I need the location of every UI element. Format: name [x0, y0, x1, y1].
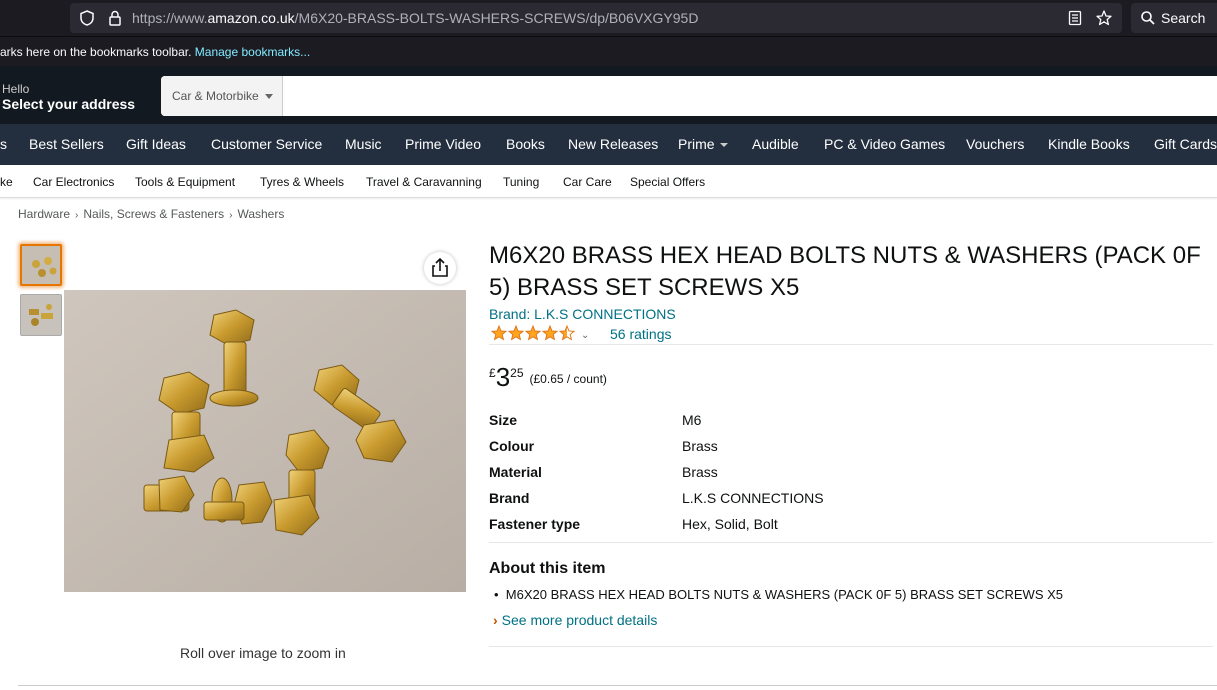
subnav-item-tools-equipment[interactable]: Tools & Equipment — [135, 175, 235, 189]
url-text[interactable]: https://www.amazon.co.uk/M6X20-BRASS-BOL… — [132, 10, 698, 26]
breadcrumb: Hardware › Nails, Screws & Fasteners › Washe… — [18, 207, 284, 221]
price-per-unit: (£0.65 / count) — [529, 372, 607, 386]
about-bullet: • M6X20 BRASS HEX HEAD BOLTS NUTS & WASH… — [494, 587, 1063, 602]
product-title: M6X20 BRASS HEX HEAD BOLTS NUTS & WASHER… — [489, 242, 1201, 301]
chevron-right-icon: › — [75, 210, 79, 221]
manage-bookmarks-link[interactable]: Manage bookmarks... — [195, 45, 310, 59]
subnav-item-travel-caravanning[interactable]: Travel & Caravanning — [366, 175, 482, 189]
spec-label-brand: Brand — [489, 490, 530, 506]
nav-item-best-sellers[interactable]: Best Sellers — [29, 136, 104, 152]
spec-label-colour: Colour — [489, 438, 535, 454]
star-icon — [541, 325, 559, 341]
subnav-item-car-electronics[interactable]: Car Electronics — [33, 175, 114, 189]
price-whole: 3 — [495, 362, 511, 392]
breadcrumb-hardware[interactable]: Hardware — [18, 207, 70, 221]
nav-item-gift-ideas[interactable]: Gift Ideas — [126, 136, 186, 152]
thumbnail-1[interactable] — [20, 244, 62, 286]
shield-icon[interactable] — [78, 9, 96, 27]
divider — [489, 344, 1213, 345]
star-icon — [491, 325, 508, 341]
search-icon — [1139, 9, 1157, 27]
half-star-icon — [558, 325, 575, 341]
main-nav: s Best Sellers Gift Ideas Customer Servi… — [0, 124, 1217, 165]
section-divider — [18, 685, 1217, 686]
share-button[interactable] — [424, 252, 456, 284]
spec-value-brand: L.K.S CONNECTIONS — [682, 490, 824, 506]
subnav-item-special-offers[interactable]: Special Offers — [630, 175, 705, 189]
nav-item-truncated[interactable]: s — [0, 136, 7, 152]
see-more-label: See more product details — [501, 612, 658, 628]
spec-value-size: M6 — [682, 412, 702, 428]
nav-item-new-releases[interactable]: New Releases — [568, 136, 658, 152]
share-icon — [432, 257, 448, 277]
breadcrumb-nails-screws[interactable]: Nails, Screws & Fasteners — [83, 207, 224, 221]
spec-value-material: Brass — [682, 464, 718, 480]
chevron-down-icon — [719, 143, 728, 148]
search-category-label: Car & Motorbike — [172, 89, 259, 103]
bookmarks-hint: arks here on the bookmarks toolbar. — [0, 45, 192, 59]
search-category-dropdown[interactable]: Car & Motorbike — [161, 76, 283, 116]
brand-link[interactable]: Brand: L.K.S CONNECTIONS — [489, 306, 676, 322]
bookmarks-toolbar: arks here on the bookmarks toolbar. Mana… — [0, 36, 1217, 66]
reader-view-icon[interactable] — [1066, 9, 1084, 27]
divider — [489, 646, 1213, 647]
price: £325 (£0.65 / count) — [489, 362, 607, 393]
star-icon — [507, 325, 525, 341]
about-heading: About this item — [489, 560, 606, 577]
amazon-search-bar[interactable]: Car & Motorbike — [161, 76, 1217, 116]
chevron-right-icon: › — [493, 612, 498, 628]
about-bullet-text: M6X20 BRASS HEX HEAD BOLTS NUTS & WASHER… — [505, 587, 1063, 602]
nav-item-prime[interactable]: Prime — [678, 136, 728, 152]
chevron-right-icon: › — [229, 210, 233, 221]
breadcrumb-washers[interactable]: Washers — [237, 207, 284, 221]
browser-search-box[interactable]: Search — [1131, 3, 1217, 33]
nav-item-pc-video-games[interactable]: PC & Video Games — [824, 136, 945, 152]
price-fraction: 25 — [510, 366, 524, 380]
nav-item-music[interactable]: Music — [345, 136, 382, 152]
price-symbol: £ — [489, 366, 496, 380]
divider — [489, 542, 1213, 543]
nav-item-prime-label: Prime — [678, 136, 715, 152]
url-path: /M6X20-BRASS-BOLTS-WASHERS-SCREWS/dp/B06… — [294, 10, 699, 26]
nav-item-kindle-books[interactable]: Kindle Books — [1048, 136, 1130, 152]
url-prefix: https://www. — [132, 10, 208, 26]
browser-search-label: Search — [1161, 10, 1206, 26]
address-label: Select your address — [2, 96, 136, 112]
nav-item-books[interactable]: Books — [506, 136, 545, 152]
bookmark-star-icon[interactable] — [1095, 9, 1113, 27]
subnav-item-car-care[interactable]: Car Care — [563, 175, 612, 189]
amazon-header: Hello Select your address Car & Motorbik… — [0, 66, 1217, 124]
spec-value-fastener-type: Hex, Solid, Bolt — [682, 516, 778, 532]
nav-item-vouchers[interactable]: Vouchers — [966, 136, 1024, 152]
nav-item-customer-service[interactable]: Customer Service — [211, 136, 322, 152]
spec-label-size: Size — [489, 412, 518, 428]
category-subnav: ke Car Electronics Tools & Equipment Tyr… — [0, 165, 1217, 198]
spec-label-material: Material — [489, 464, 542, 480]
subnav-item-tyres-wheels[interactable]: Tyres & Wheels — [260, 175, 344, 189]
see-more-link[interactable]: › See more product details — [493, 612, 657, 628]
ratings-count-link[interactable]: 56 ratings — [610, 326, 671, 342]
thumbnail-2[interactable] — [20, 294, 62, 336]
nav-item-gift-cards[interactable]: Gift Cards — [1154, 136, 1217, 152]
lock-icon[interactable] — [106, 9, 124, 27]
zoom-hint: Roll over image to zoom in — [180, 645, 346, 661]
nav-item-prime-video[interactable]: Prime Video — [405, 136, 481, 152]
star-icon — [524, 325, 542, 341]
search-input[interactable] — [285, 76, 1215, 116]
browser-toolbar: https://www.amazon.co.uk/M6X20-BRASS-BOL… — [0, 0, 1217, 36]
spec-label-fastener-type: Fastener type — [489, 516, 581, 532]
star-rating[interactable] — [491, 325, 575, 341]
nav-item-audible[interactable]: Audible — [752, 136, 799, 152]
url-host: amazon.co.uk — [207, 10, 295, 26]
subnav-item-tuning[interactable]: Tuning — [503, 175, 539, 189]
product-image[interactable] — [64, 290, 466, 592]
chevron-down-icon[interactable]: ⌄ — [581, 330, 589, 341]
url-bar[interactable]: https://www.amazon.co.uk/M6X20-BRASS-BOL… — [70, 3, 1122, 33]
spec-value-colour: Brass — [682, 438, 718, 454]
subnav-item-truncated[interactable]: ke — [0, 175, 13, 189]
address-hello: Hello — [2, 82, 30, 96]
chevron-down-icon — [265, 94, 273, 99]
